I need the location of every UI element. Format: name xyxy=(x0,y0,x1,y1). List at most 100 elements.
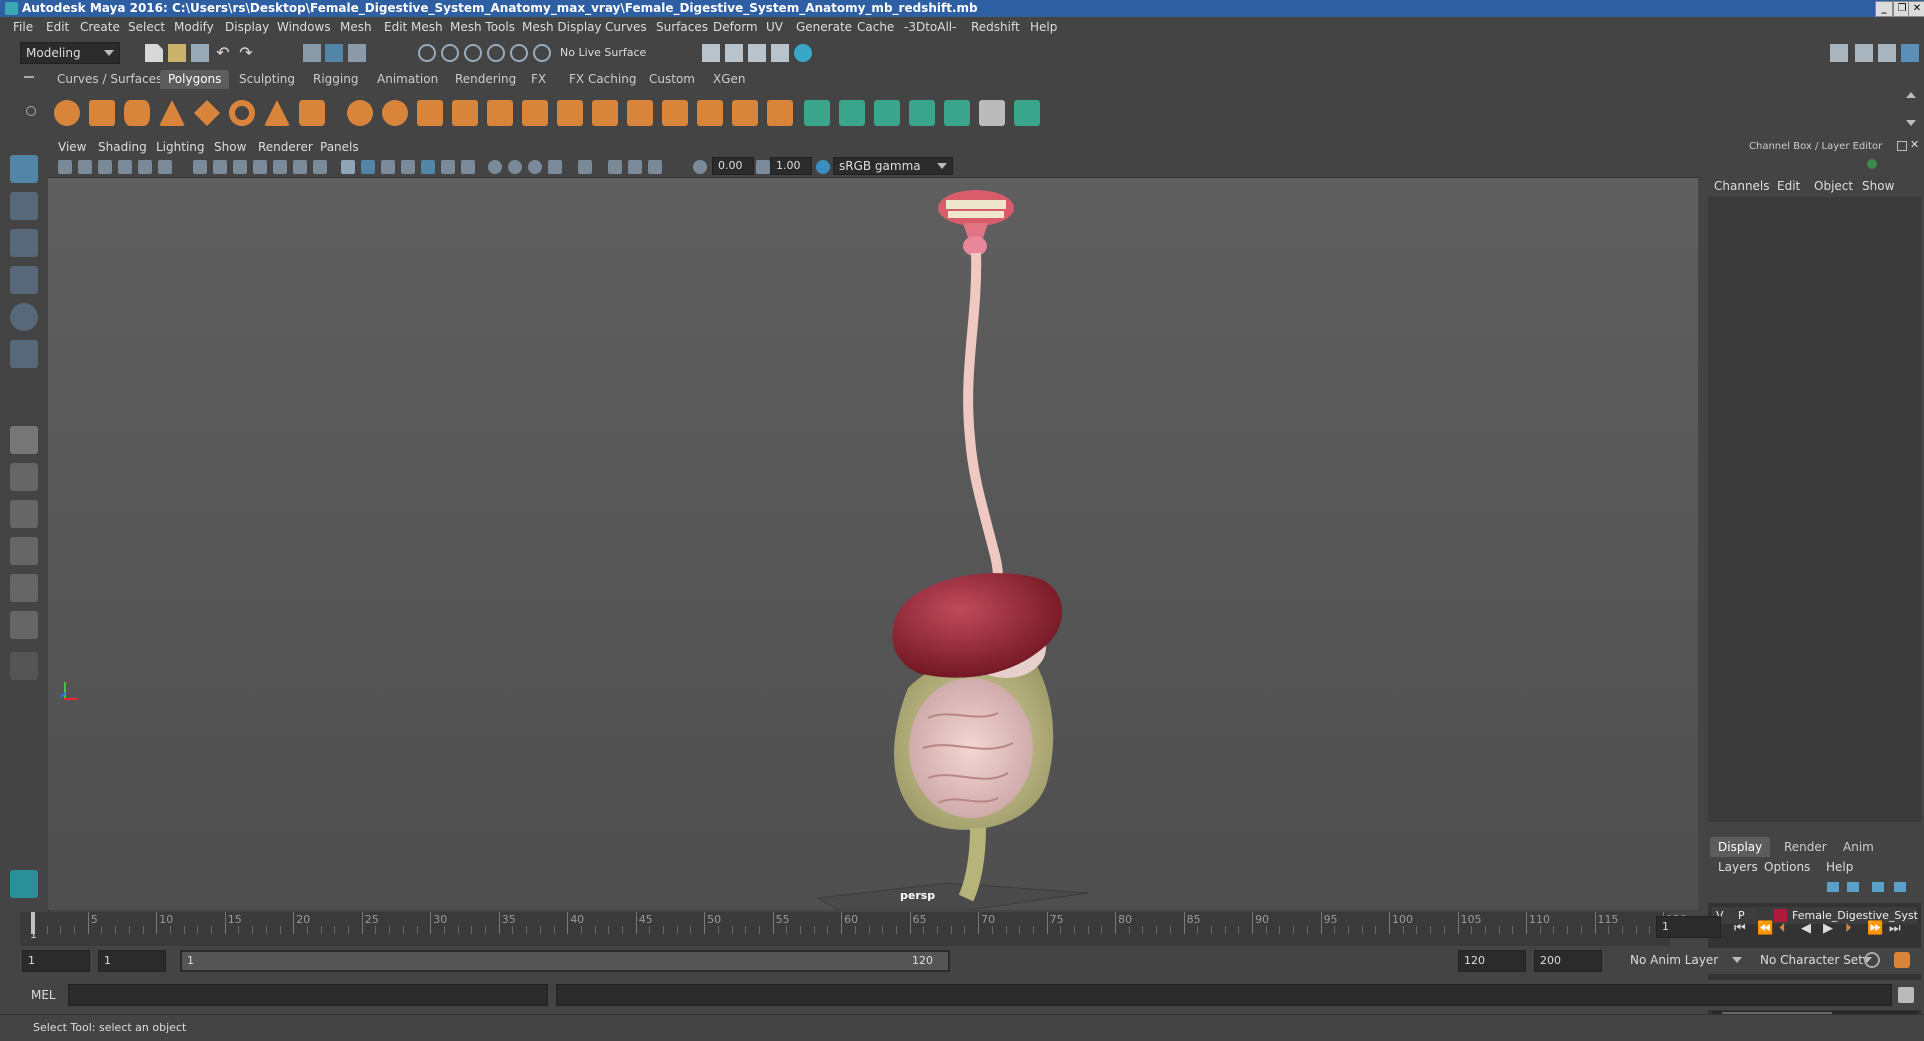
toolbox-expand-icon[interactable] xyxy=(10,652,38,680)
collapse-icon[interactable] xyxy=(732,100,758,126)
panel-menu-shading[interactable]: Shading xyxy=(98,140,147,154)
cb-menu-edit[interactable]: Edit xyxy=(1777,179,1800,193)
layer-menu-options[interactable]: Options xyxy=(1764,860,1810,874)
move-layer-up-icon[interactable] xyxy=(1827,882,1839,892)
select-by-object-icon[interactable] xyxy=(325,44,343,62)
checker-map-icon[interactable] xyxy=(979,100,1005,126)
current-time-marker[interactable] xyxy=(31,912,35,934)
panel-menu-lighting[interactable]: Lighting xyxy=(156,140,205,154)
gate-mask-icon[interactable] xyxy=(253,160,267,174)
digestive-system-model[interactable] xyxy=(48,178,1698,910)
move-tool-icon[interactable] xyxy=(10,266,38,294)
current-frame-field[interactable]: 1 xyxy=(1656,916,1721,938)
scale-tool-icon[interactable] xyxy=(10,340,38,368)
range-slider[interactable]: 1 120 xyxy=(180,950,950,972)
menu-generate[interactable]: Generate xyxy=(796,20,852,34)
perspective-viewport[interactable]: persp xyxy=(48,178,1698,910)
float-panel-icon[interactable] xyxy=(1897,141,1907,151)
menu-file[interactable]: File xyxy=(13,20,33,34)
2d-pan-zoom-icon[interactable] xyxy=(138,160,152,174)
menu-create[interactable]: Create xyxy=(80,20,120,34)
poly-cone-icon[interactable] xyxy=(159,100,185,126)
menu-display[interactable]: Display xyxy=(225,20,269,34)
playback-start-field[interactable]: 1 xyxy=(98,950,166,972)
menu-surfaces[interactable]: Surfaces xyxy=(656,20,708,34)
character-set-dropdown[interactable]: No Character Set xyxy=(1755,950,1877,972)
select-by-component-icon[interactable] xyxy=(348,44,366,62)
depth-of-field-icon[interactable] xyxy=(548,160,562,174)
poly-plane-icon[interactable] xyxy=(194,100,220,126)
hypershade-icon[interactable] xyxy=(794,44,812,62)
play-backwards-icon[interactable]: ◀ xyxy=(1801,921,1811,936)
paint-select-tool-icon[interactable] xyxy=(10,229,38,257)
step-forward-frame-icon[interactable]: ⏵ xyxy=(1845,921,1852,936)
poly-sphere-icon[interactable] xyxy=(54,100,80,126)
persp-graph-layout-icon[interactable] xyxy=(10,537,38,565)
poly-cube-icon[interactable] xyxy=(89,100,115,126)
shelf-tab-animation[interactable]: Animation xyxy=(369,70,446,89)
render-view-icon[interactable] xyxy=(702,44,720,62)
close-panel-icon[interactable]: ✕ xyxy=(1910,138,1919,151)
snap-to-grid-icon[interactable] xyxy=(418,44,436,62)
shelf-scroll-down-icon[interactable] xyxy=(1906,120,1916,126)
play-forwards-icon[interactable]: ▶ xyxy=(1823,921,1833,936)
playback-end-field[interactable]: 120 xyxy=(1458,950,1526,972)
cb-menu-channels[interactable]: Channels xyxy=(1714,179,1770,193)
panel-menu-panels[interactable]: Panels xyxy=(320,140,359,154)
channel-list[interactable] xyxy=(1708,197,1921,822)
undo-icon[interactable]: ↶ xyxy=(214,44,232,62)
time-slider[interactable]: 5 10 15 20 25 30 35 40 45 50 55 60 65 70 75 80 85 90 95 100… xyxy=(20,912,1687,946)
color-management-icon[interactable] xyxy=(816,160,830,174)
menu-3dtoall[interactable]: -3DtoAll- xyxy=(904,20,956,34)
snap-to-projected-center-icon[interactable] xyxy=(487,44,505,62)
frame-all-icon[interactable] xyxy=(648,160,662,174)
wireframe-on-shaded-icon[interactable] xyxy=(381,160,395,174)
menu-uv[interactable]: UV xyxy=(766,20,783,34)
gamma-field[interactable]: 1.00 xyxy=(770,157,812,175)
automatic-mapping-icon[interactable] xyxy=(909,100,935,126)
bookmark-icon[interactable] xyxy=(98,160,112,174)
auto-key-icon[interactable] xyxy=(1864,952,1880,968)
animation-end-field[interactable]: 200 xyxy=(1534,950,1602,972)
use-all-lights-icon[interactable] xyxy=(441,160,455,174)
animation-start-field[interactable]: 1 xyxy=(22,950,90,972)
smooth-shade-icon[interactable] xyxy=(361,160,375,174)
command-input[interactable] xyxy=(68,984,548,1006)
merge-icon[interactable] xyxy=(697,100,723,126)
single-perspective-view-icon[interactable] xyxy=(10,426,38,454)
layer-menu-layers[interactable]: Layers xyxy=(1718,860,1758,874)
channel-box-icon[interactable] xyxy=(1901,44,1919,62)
animation-preferences-icon[interactable] xyxy=(1894,952,1910,968)
smooth-icon[interactable] xyxy=(417,100,443,126)
grease-pencil-icon[interactable] xyxy=(158,160,172,174)
menu-select[interactable]: Select xyxy=(128,20,165,34)
menu-help[interactable]: Help xyxy=(1030,20,1057,34)
ipr-render-icon[interactable] xyxy=(748,44,766,62)
save-scene-icon[interactable] xyxy=(191,44,209,62)
combine-icon[interactable] xyxy=(347,100,373,126)
shelf-menu-icon[interactable] xyxy=(24,76,34,78)
make-live-icon[interactable] xyxy=(533,44,551,62)
layer-menu-help[interactable]: Help xyxy=(1826,860,1853,874)
menu-edit[interactable]: Edit xyxy=(46,20,69,34)
new-scene-icon[interactable] xyxy=(145,44,163,62)
cb-menu-object[interactable]: Object xyxy=(1814,179,1853,193)
tool-settings-icon[interactable] xyxy=(1878,44,1896,62)
menu-windows[interactable]: Windows xyxy=(277,20,331,34)
panel-menu-view[interactable]: View xyxy=(58,140,86,154)
menu-edit-mesh[interactable]: Edit Mesh xyxy=(384,20,443,34)
motion-blur-icon[interactable] xyxy=(508,160,522,174)
redo-icon[interactable]: ↷ xyxy=(237,44,255,62)
step-back-key-icon[interactable]: ⏪ xyxy=(1757,921,1773,936)
xray-active-components-icon[interactable] xyxy=(628,160,642,174)
shelf-tab-sculpting[interactable]: Sculpting xyxy=(231,70,303,89)
camera-select-icon[interactable] xyxy=(58,160,72,174)
layer-tab-render[interactable]: Render xyxy=(1776,837,1835,857)
insert-edge-loop-icon[interactable] xyxy=(662,100,688,126)
menu-mesh-display[interactable]: Mesh Display xyxy=(522,20,602,34)
panel-menu-show[interactable]: Show xyxy=(214,140,246,154)
separate-icon[interactable] xyxy=(382,100,408,126)
range-slider-handle[interactable]: 1 120 xyxy=(182,952,948,970)
shelf-tab-custom[interactable]: Custom xyxy=(641,70,703,89)
gamma-icon[interactable] xyxy=(756,160,770,174)
